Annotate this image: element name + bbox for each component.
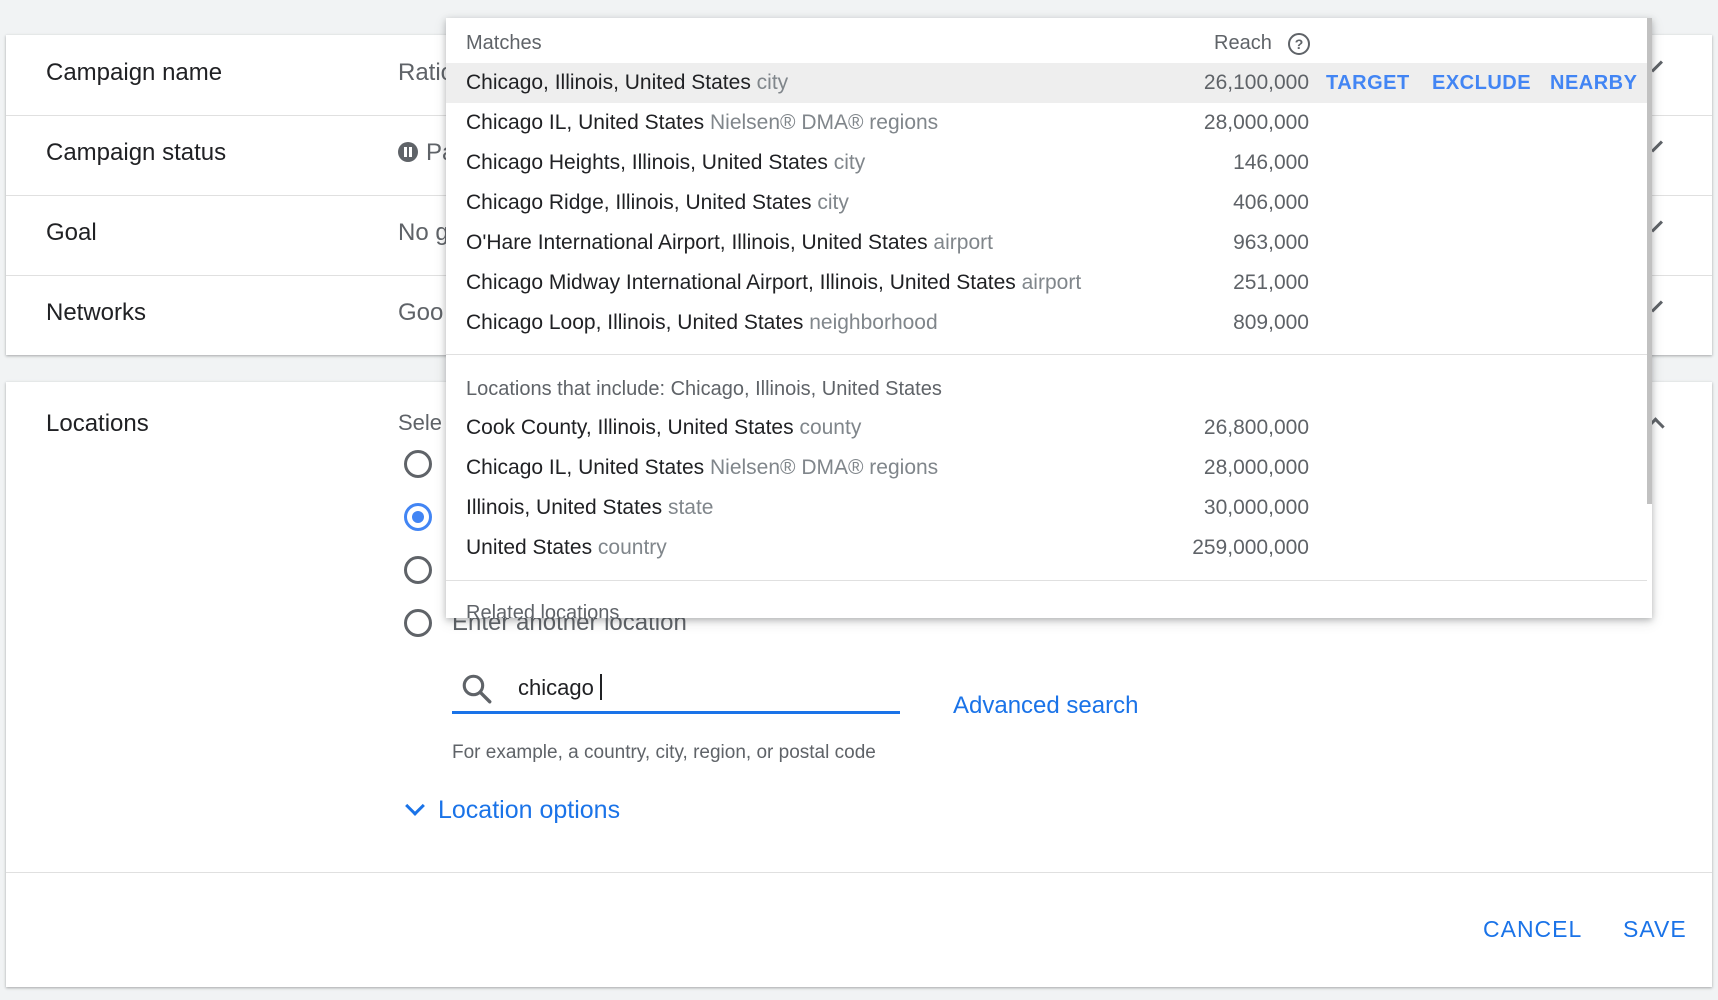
campaign-name-label: Campaign name (46, 59, 223, 86)
location-search-input[interactable] (452, 664, 900, 714)
location-type: neighborhood (809, 311, 938, 334)
suggestion-row[interactable]: Chicago IL, United States Nielsen® DMA® … (446, 448, 1647, 488)
reach-value: 259,000,000 (1192, 536, 1309, 559)
edit-icon[interactable] (1650, 60, 1664, 73)
related-locations-header: Related locations (466, 602, 620, 618)
scrollbar[interactable] (1647, 18, 1652, 504)
save-button[interactable]: SAVE (1623, 916, 1687, 943)
suggestion-row[interactable]: Chicago Ridge, Illinois, United States c… (446, 183, 1647, 223)
location-name: Illinois, United States (466, 496, 663, 519)
location-type: county (799, 416, 862, 439)
location-type: city (756, 71, 789, 94)
advanced-search-link[interactable]: Advanced search (953, 692, 1138, 720)
location-options-toggle[interactable]: Location options (404, 796, 620, 825)
location-name: Chicago IL, United States (466, 456, 705, 479)
matches-header: Matches (466, 32, 542, 54)
edit-icon[interactable] (1650, 300, 1664, 313)
suggestion-row[interactable]: Chicago Midway International Airport, Il… (446, 263, 1647, 303)
reach-value: 146,000 (1233, 151, 1309, 174)
locations-select-label: Sele (398, 410, 443, 435)
reach-value: 963,000 (1233, 231, 1309, 254)
suggestion-row[interactable]: Chicago, Illinois, United States city 26… (446, 63, 1647, 103)
suggestion-row[interactable]: Chicago IL, United States Nielsen® DMA® … (446, 103, 1647, 143)
campaign-status-label: Campaign status (46, 139, 227, 166)
reach-value: 28,000,000 (1203, 456, 1309, 479)
search-helper-text: For example, a country, city, region, or… (452, 742, 876, 763)
location-radio-3[interactable] (404, 556, 432, 584)
edit-icon[interactable] (1650, 220, 1664, 233)
reach-header: Reach (1214, 32, 1272, 54)
location-suggestions-dropdown: Matches Reach ? Chicago, Illinois, Unite… (446, 18, 1652, 618)
chevron-down-icon (405, 796, 425, 816)
networks-value: Goo (398, 299, 444, 326)
reach-value: 406,000 (1233, 191, 1309, 214)
location-type: country (597, 536, 667, 559)
pause-icon (398, 142, 418, 162)
nearby-button[interactable]: NEARBY (1550, 72, 1637, 95)
location-name: O'Hare International Airport, Illinois, … (466, 231, 928, 254)
location-name: Chicago, Illinois, United States (466, 71, 751, 94)
locations-title: Locations (46, 410, 149, 437)
suggestion-row[interactable]: United States country 259,000,000 (446, 528, 1647, 568)
text-caret (600, 674, 602, 700)
location-name: Chicago Loop, Illinois, United States (466, 311, 804, 334)
location-type: Nielsen® DMA® regions (709, 111, 939, 134)
goal-label: Goal (46, 219, 97, 246)
location-name: Chicago Midway International Airport, Il… (466, 271, 1016, 294)
location-radio-enter-another[interactable] (404, 609, 432, 637)
location-name: Cook County, Illinois, United States (466, 416, 794, 439)
location-options-label: Location options (438, 796, 621, 824)
edit-icon[interactable] (1650, 140, 1664, 153)
goal-value: No g (398, 219, 449, 246)
reach-value: 809,000 (1233, 311, 1309, 334)
reach-value: 26,800,000 (1203, 416, 1309, 439)
suggestion-row[interactable]: O'Hare International Airport, Illinois, … (446, 223, 1647, 263)
divider (6, 872, 1712, 873)
location-name: United States (466, 536, 593, 559)
location-type: state (667, 496, 714, 519)
help-icon[interactable]: ? (1288, 33, 1310, 55)
includes-header: Locations that include: Chicago, Illinoi… (466, 378, 942, 400)
target-button[interactable]: TARGET (1326, 72, 1410, 95)
cancel-button[interactable]: CANCEL (1483, 916, 1582, 943)
location-type: airport (1021, 271, 1082, 294)
suggestion-row[interactable]: Cook County, Illinois, United States cou… (446, 408, 1647, 448)
search-icon (462, 674, 492, 704)
exclude-button[interactable]: EXCLUDE (1432, 72, 1531, 95)
divider (446, 354, 1647, 355)
location-type: city (833, 151, 866, 174)
location-name: Chicago Ridge, Illinois, United States (466, 191, 812, 214)
location-type: city (817, 191, 849, 214)
reach-value: 26,100,000 (1203, 71, 1309, 94)
location-name: Chicago Heights, Illinois, United States (466, 151, 828, 174)
networks-label: Networks (46, 299, 147, 326)
reach-value: 28,000,000 (1203, 111, 1309, 134)
location-name: Chicago IL, United States (466, 111, 705, 134)
location-radio-1[interactable] (404, 450, 432, 478)
location-radio-2[interactable] (404, 503, 432, 531)
reach-value: 30,000,000 (1203, 496, 1309, 519)
location-type: airport (933, 231, 993, 254)
suggestion-row[interactable]: Chicago Heights, Illinois, United States… (446, 143, 1647, 183)
location-type: Nielsen® DMA® regions (709, 456, 939, 479)
reach-value: 251,000 (1233, 271, 1309, 294)
suggestion-row[interactable]: Illinois, United States state 30,000,000 (446, 488, 1647, 528)
suggestion-row[interactable]: Chicago Loop, Illinois, United States ne… (446, 303, 1647, 343)
divider (446, 580, 1647, 581)
